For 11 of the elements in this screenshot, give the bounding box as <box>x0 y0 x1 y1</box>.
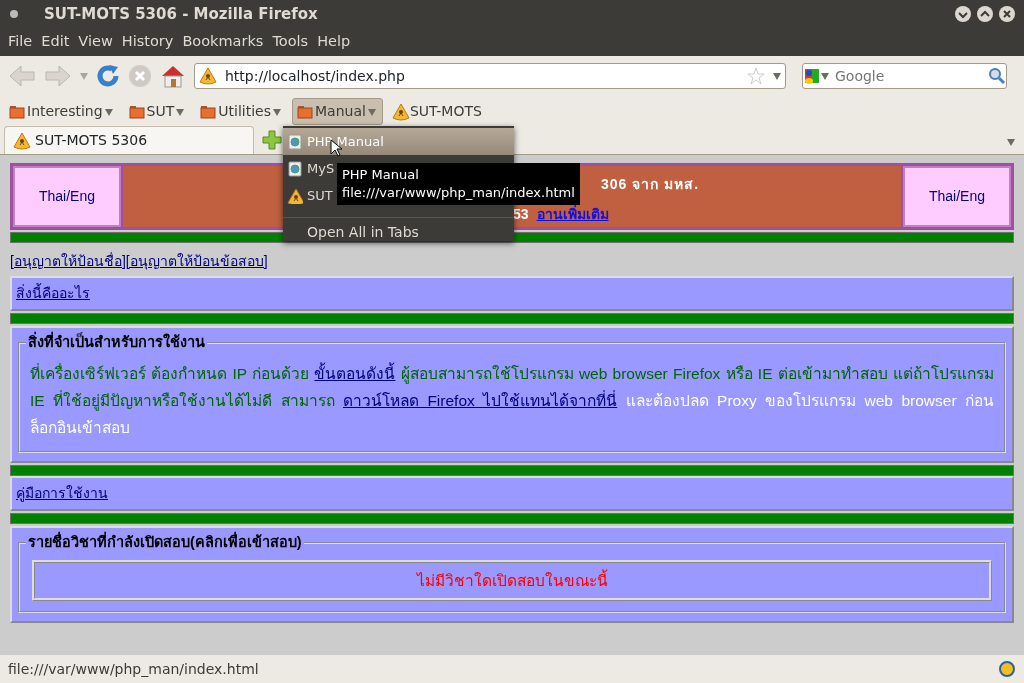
fieldset-legend: รายชื่อวิชาที่กำลังเปิดสอบ(คลิกเพื่อเข้าสอบ) <box>26 531 304 554</box>
tooltip-title: PHP Manual <box>342 166 420 184</box>
window-title: SUT-MOTS 5306 - Mozilla Firefox <box>44 3 318 25</box>
info-paragraph: ที่เครื่องเซิร์ฟเวอร์ ต้องกำหนด IP ก่อนด้วย ขั้นตอนดังนี้ ผู้สอบสามารถใช้โปรแกรม web browser Firefox หรือ IE ต่อเข้ามาทำสอบ แต่ถ้าโปรแกรม IE ที่ใช้อยู่มีปัญหาหรือใช้งานได้ไม่ดี สามารถ ดาวน์โหลด Firefox ไปใช้แทนได้จากที่นี่ และต้องปลด Proxy ของโปรแกรม web browser ก่อนล็อกอินเข้าสอบ <box>30 361 994 438</box>
banner-text: 53 <box>513 206 529 222</box>
url-text: http://localhost/index.php <box>225 66 406 86</box>
empty-message: ไม่มีวิชาใดเปิดสอบในขณะนี้ <box>32 559 992 601</box>
banner-text: 306 จาก มหส. <box>601 175 701 194</box>
status-text: file:///var/www/php_man/index.html <box>8 659 259 679</box>
fieldset-legend: สิ่งที่จำเป็นสำหรับการใช้งาน <box>26 332 207 354</box>
tooltip-url: file:///var/www/php_man/index.html <box>342 184 575 202</box>
